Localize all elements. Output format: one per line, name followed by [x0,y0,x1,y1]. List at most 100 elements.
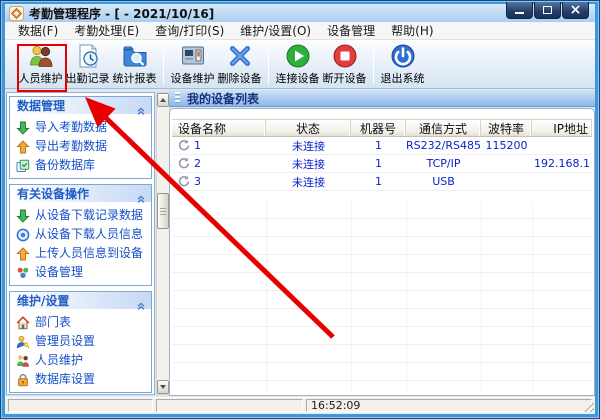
section-title: 有关设备操作 [17,187,90,201]
sidebar-item-label: 上传人员信息到设备 [35,246,144,260]
sidebar-item-label: 人员维护 [35,353,84,367]
maximize-icon [543,6,552,14]
cell-device-name: 3 [194,175,201,188]
toolbar-report-button[interactable]: 统计报表 [111,42,158,86]
cell-status: 未连接 [266,173,351,191]
cell-machine-no: 1 [351,155,406,173]
column-header-machine-no[interactable]: 机器号 [351,120,406,136]
sidebar-item-department-table[interactable]: 部门表 [10,312,151,331]
scrollbar-down-button[interactable] [157,380,169,394]
status-panel-time: 16:52:09 [306,399,592,412]
toolbar: 人员维护 出勤记录 统计报表 设备维护 删除设备 连接设备 断开设备 退出系统 [5,40,595,89]
sidebar-scrollbar[interactable] [156,92,170,395]
menu-data[interactable]: 数据(F) [10,21,66,40]
connect-icon [285,43,311,69]
menu-help[interactable]: 帮助(H) [383,21,441,40]
sidebar-item-download-people[interactable]: 从设备下载人员信息 [10,224,151,243]
column-header-status[interactable]: 状态 [266,120,351,136]
table-row[interactable]: 3 未连接 1 USB [172,173,592,191]
content-area: 数据管理 导入考勤数据 导出考勤数据 备份数据库 有关设备操作 从设备下载记录数… [5,89,595,397]
column-gridline [481,201,482,393]
sidebar-item-download-records[interactable]: 从设备下载记录数据 [10,205,151,224]
staff-icon [16,353,30,367]
toolbar-attendance-record-button[interactable]: 出勤记录 [64,42,111,86]
sidebar-item-device-management[interactable]: 设备管理 [10,262,151,281]
cell-ip [532,173,592,191]
device-row-icon [177,157,190,170]
section-header[interactable]: 维护/设置 [10,292,151,310]
minimize-button[interactable] [506,2,533,19]
backup-icon [16,158,30,172]
panel-title: 我的设备列表 [187,91,260,106]
column-header-baud-rate[interactable]: 波特率 [481,120,532,136]
sidebar-section-maintenance-settings: 维护/设置 部门表 管理员设置 人员维护 数据库设置 [9,291,152,393]
disconnect-icon [332,43,358,69]
client-area: 数据(F) 考勤处理(E) 查询/打印(S) 维护/设置(O) 设备管理 帮助(… [5,22,595,414]
column-header-device-name[interactable]: 设备名称 [172,120,266,136]
table-header-row: 设备名称 状态 机器号 通信方式 波特率 IP地址 [172,119,592,137]
sidebar-section-device-operations: 有关设备操作 从设备下载记录数据 从设备下载人员信息 上传人员信息到设备 设备管… [9,184,152,286]
sidebar-item-database-settings[interactable]: 数据库设置 [10,369,151,388]
cell-baud-rate [481,155,532,173]
cell-machine-no: 1 [351,173,406,191]
table-row[interactable]: 2 未连接 1 TCP/IP 192.168.1 [172,155,592,173]
column-gridline [406,201,407,393]
sidebar-item-import-data[interactable]: 导入考勤数据 [10,117,151,136]
toolbar-delete-device-button[interactable]: 删除设备 [216,42,263,86]
maximize-button[interactable] [534,2,561,19]
status-panel-2 [156,399,303,412]
department-icon [16,315,30,329]
delete-icon [227,43,253,69]
menubar: 数据(F) 考勤处理(E) 查询/打印(S) 维护/设置(O) 设备管理 帮助(… [5,22,595,40]
sidebar-item-label: 从设备下载记录数据 [35,208,144,222]
menu-attendance[interactable]: 考勤处理(E) [66,21,147,40]
sidebar-item-label: 部门表 [35,315,72,329]
toolbar-connect-device-button[interactable]: 连接设备 [274,42,321,86]
sidebar-item-label: 从设备下载人员信息 [35,227,144,241]
column-header-comm-mode[interactable]: 通信方式 [406,120,481,136]
device-row-icon [177,139,190,152]
app-window: 考勤管理程序 - [ - 2021/10/16] × 数据(F) 考勤处理(E)… [0,0,600,419]
cell-baud-rate [481,173,532,191]
cell-ip [532,137,592,155]
toolbar-label: 出勤记录 [65,72,110,85]
toolbar-label: 退出系统 [380,72,425,85]
table-empty-area [172,201,592,393]
toolbar-label: 断开设备 [322,72,367,85]
chevron-up-icon [136,101,146,115]
cell-baud-rate: 115200 [481,137,532,155]
toolbar-label: 设备维护 [170,72,215,85]
sidebar-item-export-data[interactable]: 导出考勤数据 [10,136,151,155]
sidebar-section-data-management: 数据管理 导入考勤数据 导出考勤数据 备份数据库 [9,96,152,179]
upload-people-icon [16,246,30,260]
menu-maintenance[interactable]: 维护/设置(O) [232,21,319,40]
close-button[interactable]: × [562,2,589,19]
toolbar-device-maintenance-button[interactable]: 设备维护 [169,42,216,86]
toolbar-disconnect-device-button[interactable]: 断开设备 [321,42,368,86]
cell-comm-mode: TCP/IP [406,155,481,173]
section-items: 从设备下载记录数据 从设备下载人员信息 上传人员信息到设备 设备管理 [10,202,151,285]
table-row[interactable]: 1 未连接 1 RS232/RS485 115200 [172,137,592,155]
sidebar-item-backup-database[interactable]: 备份数据库 [10,155,151,174]
scrollbar-thumb[interactable] [157,193,169,229]
drag-grip-icon[interactable] [175,92,180,104]
device-table: 设备名称 状态 机器号 通信方式 波特率 IP地址 1 未连接 1 RS232/… [172,119,592,393]
toolbar-exit-button[interactable]: 退出系统 [379,42,426,86]
power-icon [390,43,416,69]
menu-device[interactable]: 设备管理 [319,21,383,40]
sidebar-item-upload-people[interactable]: 上传人员信息到设备 [10,243,151,262]
column-gridline [532,201,533,393]
toolbar-separator [163,44,164,84]
toolbar-staff-maintenance-button[interactable]: 人员维护 [17,42,64,86]
section-header[interactable]: 有关设备操作 [10,185,151,203]
sidebar-item-label: 管理员设置 [35,334,96,348]
sidebar-item-admin-settings[interactable]: 管理员设置 [10,331,151,350]
section-header[interactable]: 数据管理 [10,97,151,115]
column-header-ip[interactable]: IP地址 [532,120,592,136]
close-icon: × [569,1,582,18]
sidebar-item-staff-maintenance[interactable]: 人员维护 [10,350,151,369]
device-row-icon [177,175,190,188]
menu-query-print[interactable]: 查询/打印(S) [147,21,232,40]
scrollbar-up-button[interactable] [157,93,169,107]
chevron-up-icon [136,296,146,310]
